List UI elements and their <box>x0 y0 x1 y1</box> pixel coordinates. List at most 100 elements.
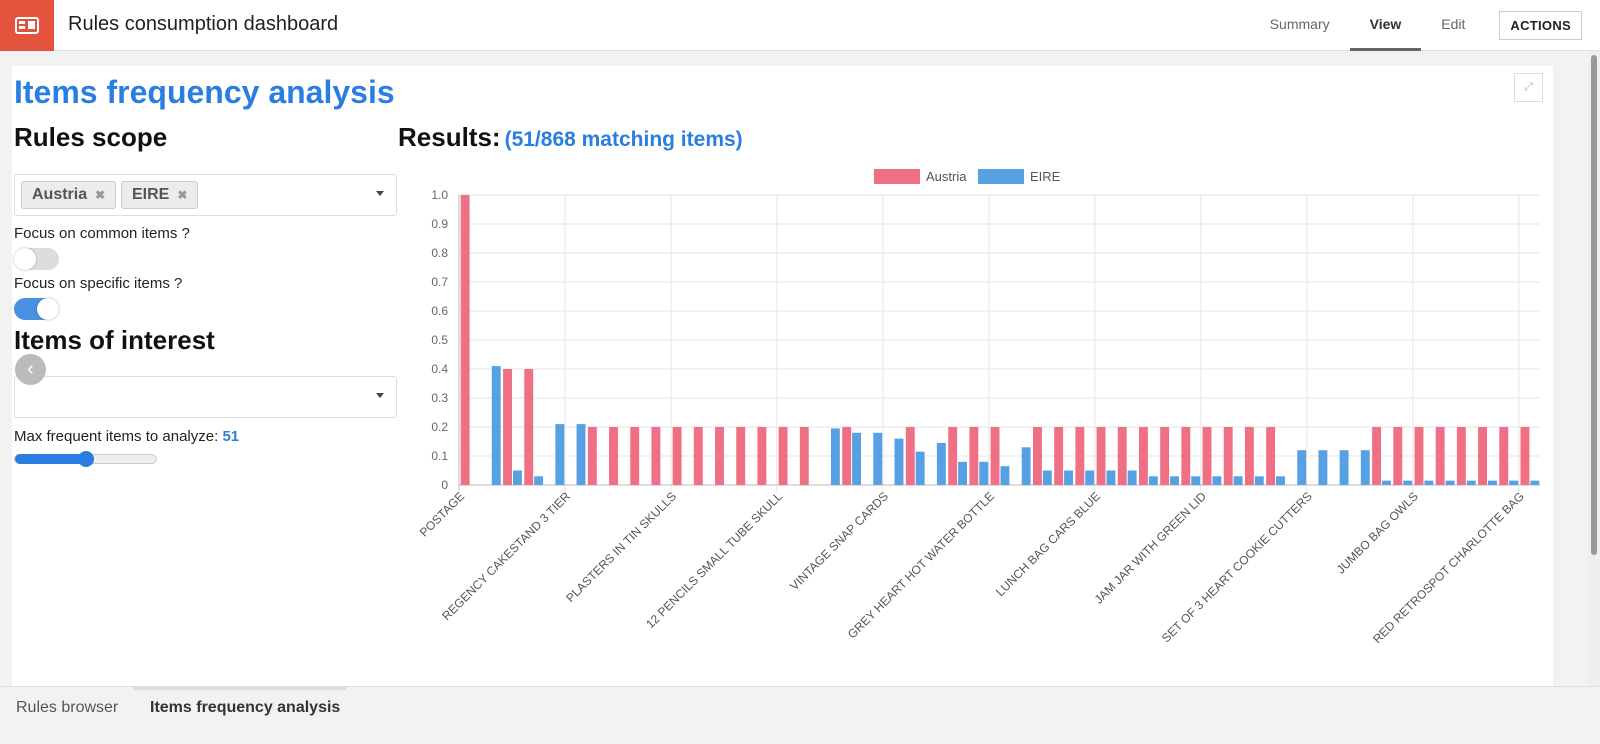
bar-eire <box>979 461 989 485</box>
top-nav: Summary View Edit ACTIONS <box>1250 0 1600 51</box>
bar-austria <box>460 195 470 485</box>
chevron-down-icon[interactable] <box>376 393 384 398</box>
dashboard-icon <box>15 17 39 34</box>
bar-eire <box>958 461 968 485</box>
focus-common-toggle[interactable] <box>14 248 59 270</box>
bar-eire <box>1339 450 1349 485</box>
bar-eire <box>1530 480 1540 485</box>
focus-specific-toggle[interactable] <box>14 298 59 320</box>
bar-eire <box>1509 480 1519 485</box>
legend-label: Austria <box>926 169 967 184</box>
bar-austria <box>1223 427 1233 485</box>
chevron-down-icon[interactable] <box>376 191 384 196</box>
bar-austria <box>1266 427 1276 485</box>
scope-chip-eire[interactable]: EIRE ✖ <box>121 181 199 209</box>
bar-austria <box>1414 427 1424 485</box>
actions-button[interactable]: ACTIONS <box>1499 11 1582 40</box>
bar-austria <box>1520 427 1530 485</box>
bar-eire <box>873 432 883 485</box>
bar-austria <box>1160 427 1170 485</box>
bar-austria <box>672 427 682 485</box>
vertical-scrollbar[interactable] <box>1588 51 1600 686</box>
bar-eire <box>1466 480 1476 485</box>
bar-austria <box>1435 427 1445 485</box>
bottom-tab-items-frequency[interactable]: Items frequency analysis <box>134 699 356 717</box>
tab-summary[interactable]: Summary <box>1250 0 1350 51</box>
bar-eire <box>491 366 501 485</box>
y-tick-label: 0.4 <box>431 362 448 376</box>
max-items-slider[interactable] <box>14 451 157 467</box>
bar-austria <box>1456 427 1466 485</box>
tab-view[interactable]: View <box>1349 0 1422 51</box>
bar-austria <box>1372 427 1382 485</box>
scrollbar-thumb[interactable] <box>1591 55 1597 555</box>
bar-austria <box>1075 427 1085 485</box>
bar-eire <box>830 428 840 485</box>
y-tick-label: 0.5 <box>431 333 448 347</box>
legend-label: EIRE <box>1030 169 1061 184</box>
x-tick-label: POSTAGE <box>417 489 467 539</box>
slider-fill <box>15 454 86 464</box>
bar-eire <box>1254 476 1264 485</box>
items-of-interest-title: Items of interest <box>14 325 215 355</box>
bar-austria <box>778 427 788 485</box>
active-tab-indicator <box>133 687 346 690</box>
rules-scope-select[interactable]: Austria ✖ EIRE ✖ <box>14 174 397 216</box>
max-items-label: Max frequent items to analyze: <box>14 428 219 445</box>
bottom-tabs: Rules browser Items frequency analysis <box>0 686 1600 744</box>
items-of-interest-select[interactable] <box>14 376 397 418</box>
tab-edit[interactable]: Edit <box>1421 0 1485 51</box>
bar-austria <box>503 369 512 485</box>
bar-austria <box>757 427 767 485</box>
bar-eire <box>1297 450 1307 485</box>
toggle-knob <box>37 298 59 320</box>
bar-eire <box>576 424 586 485</box>
bar-eire <box>1042 470 1052 485</box>
bar-eire <box>852 432 862 485</box>
bottom-tab-rules-browser[interactable]: Rules browser <box>0 699 134 717</box>
y-tick-label: 0.7 <box>431 275 448 289</box>
collapse-sidebar-button[interactable]: ‹ <box>15 354 46 385</box>
max-items-value: 51 <box>222 428 240 445</box>
max-items-label-row: Max frequent items to analyze: 51 <box>14 428 239 445</box>
legend-swatch-austria[interactable] <box>874 169 920 184</box>
chip-remove-icon[interactable]: ✖ <box>177 188 187 202</box>
bar-eire <box>512 470 522 485</box>
bar-austria <box>1181 427 1191 485</box>
bar-austria <box>1032 427 1042 485</box>
y-tick-label: 0 <box>441 478 448 492</box>
x-tick-label: PLASTERS IN TIN SKULLS <box>563 489 679 605</box>
y-tick-label: 0.8 <box>431 246 448 260</box>
y-tick-label: 0.3 <box>431 391 448 405</box>
bar-austria <box>736 427 746 485</box>
x-tick-label: JUMBO BAG OWLS <box>1334 489 1421 576</box>
bar-austria <box>1202 427 1212 485</box>
panel-title: Items frequency analysis <box>14 74 395 110</box>
bar-austria <box>1478 427 1488 485</box>
chip-remove-icon[interactable]: ✖ <box>95 188 105 202</box>
bar-austria <box>1138 427 1148 485</box>
chevron-left-icon: ‹ <box>27 358 34 380</box>
results-count: (51/868 matching items) <box>504 128 743 151</box>
x-tick-label: LUNCH BAG CARS BLUE <box>993 489 1103 599</box>
bar-eire <box>1318 450 1328 485</box>
legend-swatch-eire[interactable] <box>978 169 1024 184</box>
slider-thumb[interactable] <box>77 451 94 467</box>
results-label: Results: <box>398 122 501 152</box>
x-tick-label: VINTAGE SNAP CARDS <box>787 489 891 593</box>
expand-icon: ⤢ <box>1524 81 1533 93</box>
scope-chip-austria[interactable]: Austria ✖ <box>21 181 117 209</box>
bar-eire <box>1403 480 1413 485</box>
bar-eire <box>1000 466 1010 485</box>
bar-eire <box>1488 480 1497 485</box>
bar-austria <box>715 427 724 485</box>
bar-eire <box>1191 476 1201 485</box>
bar-eire <box>1148 476 1158 485</box>
y-tick-label: 0.1 <box>431 449 448 463</box>
bar-austria <box>587 427 597 485</box>
app-logo[interactable] <box>0 0 54 51</box>
bar-eire <box>1127 470 1137 485</box>
bar-austria <box>1096 427 1106 485</box>
expand-button[interactable]: ⤢ <box>1514 73 1543 102</box>
items-frequency-chart: Austria EIRE 0 0.1 0.2 0.3 0.4 0.5 0.6 0.7 0.8 0.9 1… <box>417 169 1540 646</box>
